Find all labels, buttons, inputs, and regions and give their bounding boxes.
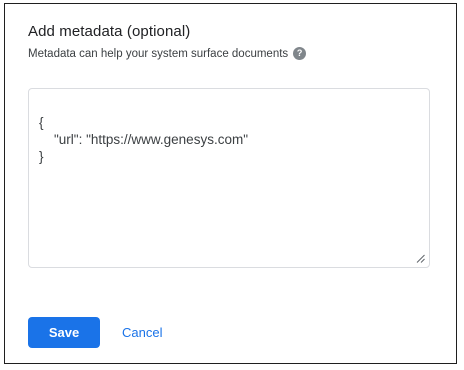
code-line-1: {	[39, 115, 44, 130]
code-line-2: "url": "https://www.genesys.com"	[39, 132, 248, 147]
resize-handle-icon[interactable]	[416, 254, 425, 263]
dialog-actions: Save Cancel	[28, 317, 162, 348]
dialog-title: Add metadata (optional)	[28, 23, 191, 40]
metadata-dialog: Add metadata (optional) Metadata can hel…	[4, 3, 457, 364]
code-line-3: }	[39, 149, 44, 164]
metadata-json-text[interactable]: { "url": "https://www.genesys.com" }	[39, 114, 248, 165]
subtitle-row: Metadata can help your system surface do…	[28, 47, 307, 60]
help-icon[interactable]: ?	[293, 47, 307, 60]
dialog-subtitle: Metadata can help your system surface do…	[28, 47, 289, 60]
cancel-button[interactable]: Cancel	[122, 319, 162, 346]
metadata-json-editor[interactable]: { "url": "https://www.genesys.com" }	[28, 88, 430, 268]
save-button[interactable]: Save	[28, 317, 100, 348]
